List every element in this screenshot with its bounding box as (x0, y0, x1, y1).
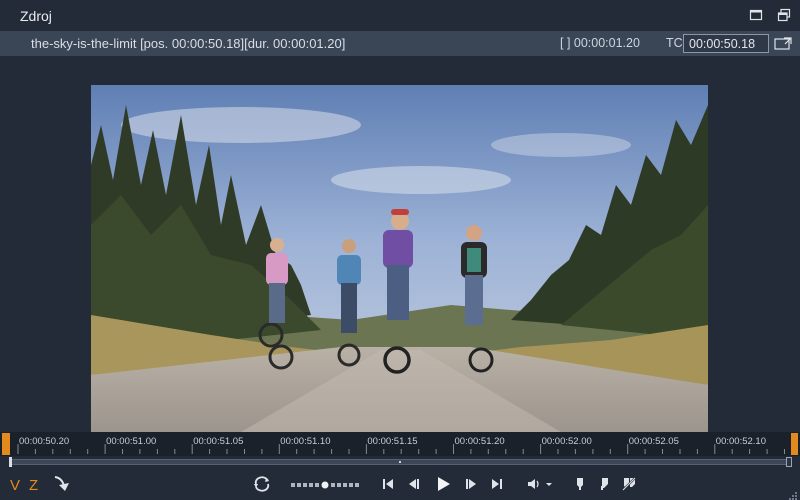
mark-out-icon[interactable] (598, 477, 610, 491)
panel-title: Zdroj (20, 8, 52, 24)
mark-in-icon[interactable] (574, 477, 586, 491)
timecode-field[interactable]: 00:00:50.18 (683, 34, 769, 53)
mark-in-marker[interactable] (2, 433, 10, 455)
timecode-label: TC (666, 36, 683, 50)
ruler-tick-label: 00:00:51.05 (193, 436, 244, 447)
scrub-end-handle[interactable] (786, 457, 792, 467)
volume-icon[interactable] (527, 477, 555, 491)
ruler-tick-label: 00:00:52.00 (541, 436, 592, 447)
loop-icon[interactable] (252, 475, 272, 493)
step-back-icon[interactable] (406, 477, 420, 491)
external-monitor-icon[interactable] (774, 37, 792, 51)
ruler-tick-label: 00:00:52.05 (628, 436, 679, 447)
clip-info-bar: the-sky-is-the-limit [pos. 00:00:50.18][… (0, 31, 800, 56)
ruler-tick-label: 00:00:50.20 (19, 436, 70, 447)
go-to-start-icon[interactable] (381, 477, 395, 491)
play-icon[interactable] (434, 475, 452, 493)
mark-out-button[interactable]: Z (29, 477, 38, 494)
transport-controls: V Z (0, 468, 800, 500)
ruler-tick-label: 00:00:51.20 (454, 436, 505, 447)
playhead-dot (399, 461, 401, 463)
mark-in-button[interactable]: V (10, 477, 20, 494)
scrub-start-handle[interactable] (9, 457, 12, 467)
video-preview[interactable] (91, 85, 708, 432)
insert-arrow-icon[interactable] (52, 474, 72, 494)
minimize-icon[interactable] (749, 8, 763, 22)
step-forward-icon[interactable] (465, 477, 479, 491)
scrub-bar[interactable] (0, 456, 800, 468)
ruler-tick-label: 00:00:51.15 (367, 436, 418, 447)
clear-marks-icon[interactable] (621, 476, 637, 492)
clip-info: the-sky-is-the-limit [pos. 00:00:50.18][… (31, 36, 346, 51)
ruler-tick-label: 00:00:51.10 (280, 436, 331, 447)
ruler-tick-label: 00:00:51.00 (106, 436, 157, 447)
go-to-end-icon[interactable] (490, 477, 504, 491)
panel-titlebar: Zdroj (0, 0, 800, 31)
clip-duration: [ ] 00:00:01.20 (560, 36, 640, 50)
time-ruler[interactable]: 00:00:50.20 00:00:51.00 00:00:51.05 00:00:5… (0, 432, 800, 456)
shuttle-icon[interactable] (291, 481, 361, 489)
resize-grip-icon[interactable] (788, 488, 798, 500)
preview-area (0, 56, 800, 432)
mark-out-marker[interactable] (791, 433, 798, 455)
ruler-tick-label: 00:00:52.10 (715, 436, 766, 447)
undock-icon[interactable] (777, 8, 791, 22)
